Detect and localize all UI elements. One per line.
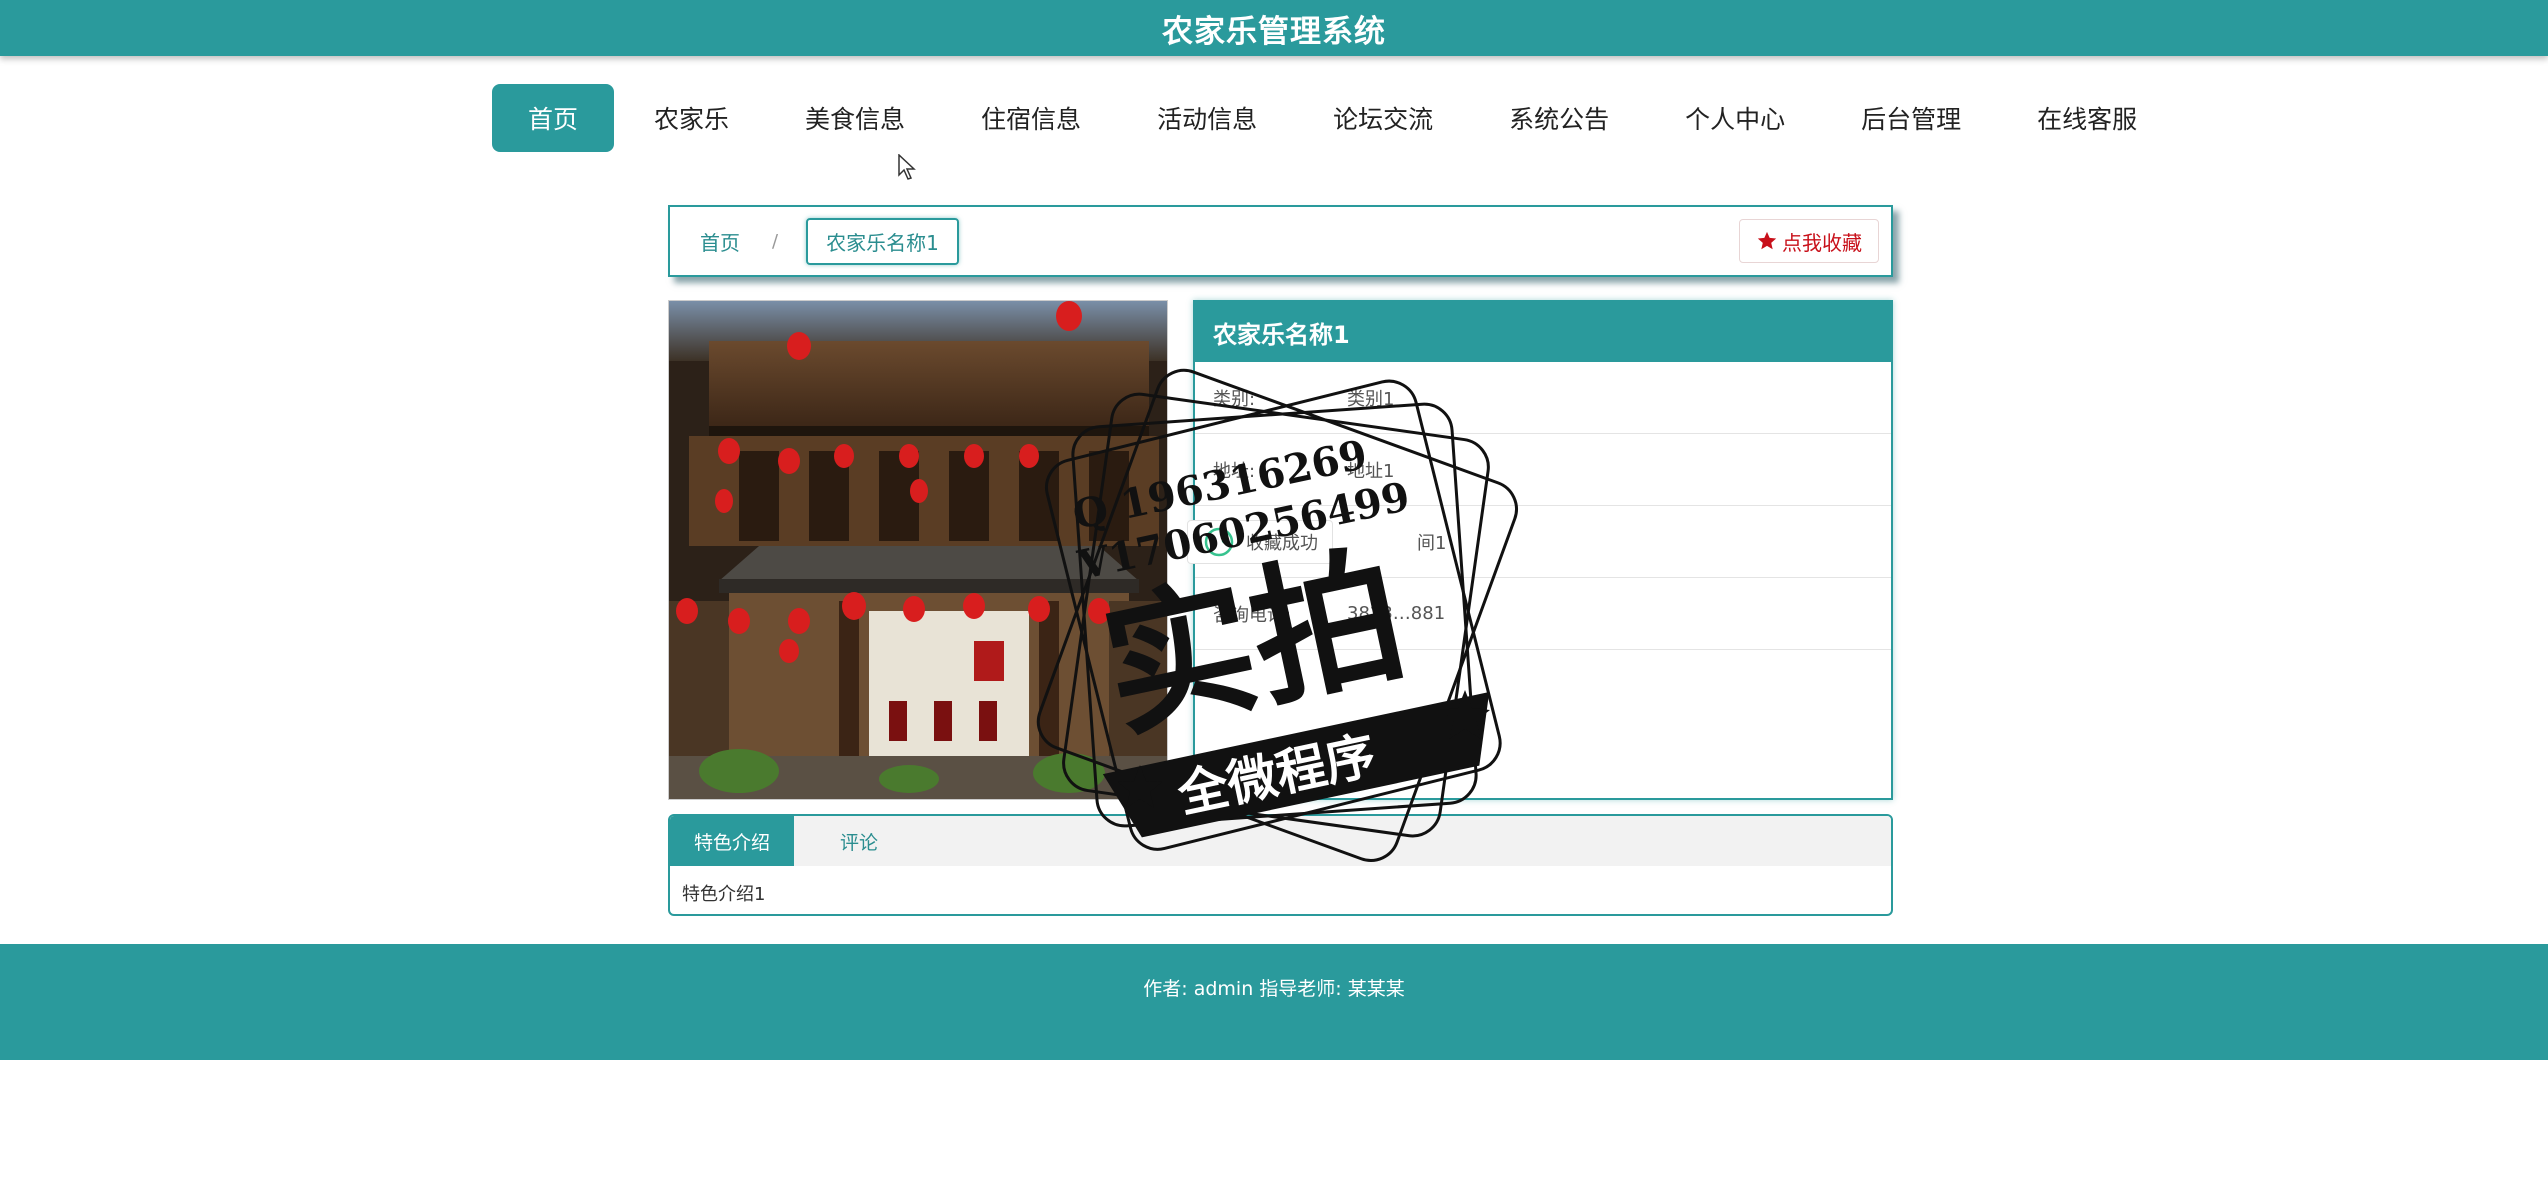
nav-item-activities[interactable]: 活动信息: [1123, 84, 1291, 152]
nav-item-forum[interactable]: 论坛交流: [1299, 84, 1467, 152]
detail-value: 3823…881: [1347, 603, 1446, 624]
site-title: 农家乐管理系统: [1162, 13, 1386, 50]
nav-item-personal-center[interactable]: 个人中心: [1651, 84, 1819, 152]
farm-stay-detail-panel: 农家乐名称1 类别: 类别1 地址: 地址1 间1 收藏成功 咨询电话: 382…: [1187, 300, 1893, 800]
detail-value: 类别1: [1347, 388, 1395, 410]
detail-value: 间1: [1417, 532, 1447, 554]
mouse-cursor-icon: [898, 154, 916, 180]
detail-label: 地址:: [1213, 460, 1256, 482]
breadcrumb-home-link[interactable]: 首页: [700, 227, 740, 256]
detail-value: 地址1: [1347, 460, 1395, 482]
tab-comments[interactable]: 评论: [794, 816, 902, 866]
tab-features[interactable]: 特色介绍: [670, 816, 795, 866]
detail-row-extra: [1195, 650, 1891, 722]
nav-item-farm-stay[interactable]: 农家乐: [620, 84, 763, 152]
nav-item-online-service[interactable]: 在线客服: [2003, 84, 2171, 152]
detail-title: 农家乐名称1: [1195, 302, 1891, 362]
top-header-bar: 农家乐管理系统: [0, 0, 2548, 56]
breadcrumb-current[interactable]: 农家乐名称1: [806, 217, 959, 265]
detail-row-hours: 间1 收藏成功: [1187, 506, 1891, 578]
tab-bar: 特色介绍 评论: [670, 816, 1891, 866]
detail-label: 咨询电话:: [1213, 604, 1292, 626]
nav-item-admin[interactable]: 后台管理: [1827, 84, 1995, 152]
nav-item-food[interactable]: 美食信息: [771, 84, 939, 152]
toast-text: 收藏成功: [1246, 533, 1318, 554]
detail-row-phone: 咨询电话: 3823…881: [1195, 578, 1891, 650]
nav-item-lodging[interactable]: 住宿信息: [947, 84, 1115, 152]
breadcrumb: 首页 / 农家乐名称1 点我收藏: [668, 205, 1893, 277]
success-toast: 收藏成功: [1187, 520, 1333, 564]
nav-item-home[interactable]: 首页: [492, 84, 615, 152]
tab-content: 特色介绍1: [682, 884, 766, 905]
farm-stay-photo: [668, 300, 1168, 800]
favorite-button[interactable]: 点我收藏: [1739, 219, 1879, 263]
detail-row-category: 类别: 类别1: [1195, 362, 1891, 434]
star-icon: [1757, 231, 1777, 250]
footer-credit: 作者: admin 指导老师: 某某某: [1143, 977, 1405, 1000]
favorite-button-label: 点我收藏: [1782, 230, 1862, 255]
main-navigation: 首页 农家乐 美食信息 住宿信息 活动信息 论坛交流 系统公告 个人中心 后台管…: [492, 84, 2179, 152]
detail-label: 类别:: [1213, 388, 1256, 410]
detail-row-address: 地址: 地址1: [1195, 434, 1891, 506]
wechat-icon: [1204, 527, 1234, 557]
nav-item-announcements[interactable]: 系统公告: [1475, 84, 1643, 152]
breadcrumb-separator: /: [772, 230, 779, 252]
info-tabs: 特色介绍 评论 特色介绍1: [668, 814, 1893, 916]
page-footer: 作者: admin 指导老师: 某某某: [0, 944, 2548, 1060]
